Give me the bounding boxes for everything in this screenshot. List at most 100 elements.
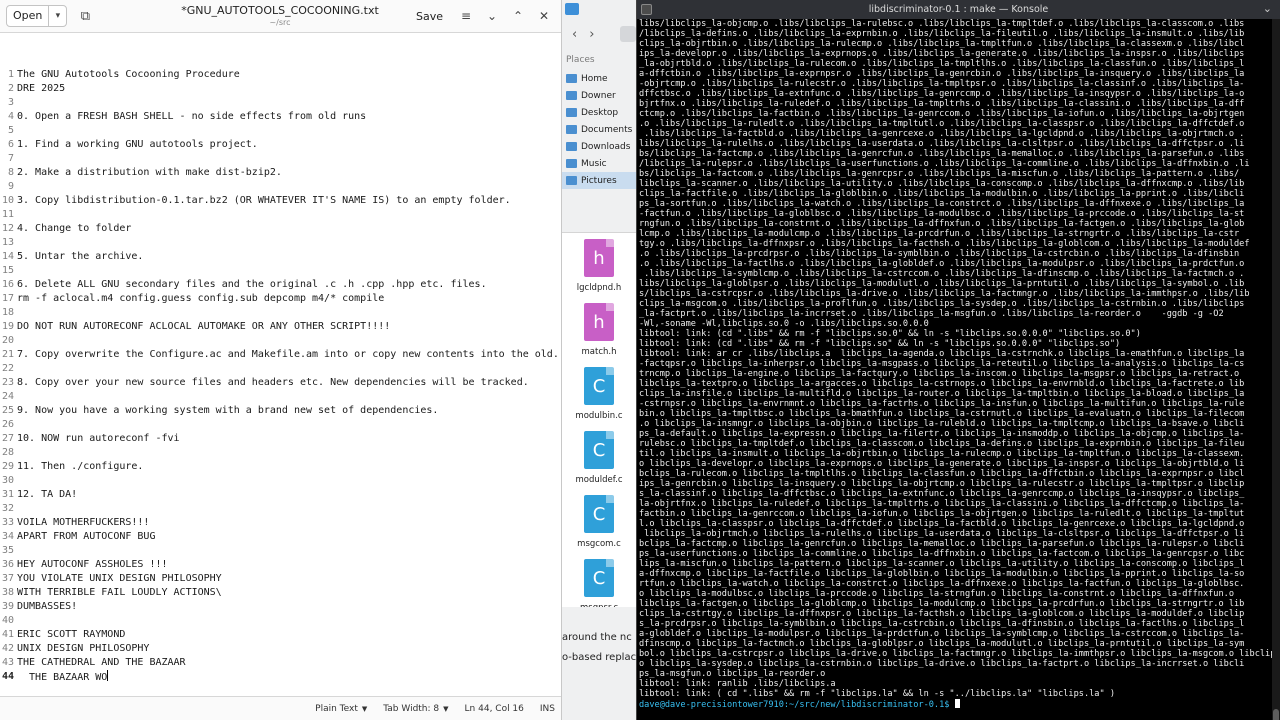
line-number: 27 bbox=[1, 433, 14, 444]
chevron-down-icon[interactable]: ▾ bbox=[48, 6, 66, 26]
insert-mode-indicator[interactable]: INS bbox=[540, 704, 555, 714]
text-line-content: 11. Then ./configure. bbox=[17, 461, 144, 472]
text-line[interactable]: 0. Open a FRESH BASH SHELL - no side eff… bbox=[17, 110, 561, 124]
editor-body[interactable]: 1 2 3 4 5 6 7 8 9 10 11 12 13 14 15 16 17 18 19 20 21 22 23 24 2… bbox=[0, 33, 561, 696]
text-line[interactable]: 10. NOW run autoreconf -fvi bbox=[17, 432, 561, 446]
text-line[interactable] bbox=[17, 236, 561, 250]
file-item[interactable]: Cmsgcom.c bbox=[562, 495, 636, 549]
text-line[interactable]: THE BAZAAR WO bbox=[17, 670, 561, 684]
text-line[interactable] bbox=[17, 96, 561, 110]
text-line[interactable]: 2. Make a distribution with make dist-bz… bbox=[17, 166, 561, 180]
place-item[interactable]: Documents bbox=[562, 121, 636, 138]
terminal-line: clips_la-insfile.o libclips_la-multifld.… bbox=[639, 389, 1245, 399]
text-line[interactable]: DUMBASSES! bbox=[17, 600, 561, 614]
text-line[interactable]: ERIC SCOTT RAYMOND bbox=[17, 628, 561, 642]
konsole-titlebar: libdiscriminator-0.1 : make — Konsole ⌄ bbox=[637, 0, 1280, 19]
place-item[interactable]: Pictures bbox=[562, 172, 636, 189]
terminal-line: -Wl,-soname -Wl,libclips.so.0 -o .libs/l… bbox=[639, 319, 929, 329]
place-item[interactable]: Desktop bbox=[562, 104, 636, 121]
text-line[interactable] bbox=[17, 152, 561, 166]
open-button[interactable]: Open ▾ bbox=[6, 5, 68, 27]
hamburger-menu-icon[interactable]: ≡ bbox=[455, 6, 477, 26]
line-number-gutter: 1 2 3 4 5 6 7 8 9 10 11 12 13 14 15 16 17 18 19 20 21 22 23 24 2… bbox=[0, 33, 14, 696]
text-line[interactable]: DO NOT RUN AUTORECONF ACLOCAL AUTOMAKE O… bbox=[17, 320, 561, 334]
terminal-line: _la-factprt.o .libs/libclips_la-incrrset… bbox=[639, 309, 1224, 319]
text-line[interactable] bbox=[17, 614, 561, 628]
text-line[interactable]: 5. Untar the archive. bbox=[17, 250, 561, 264]
text-line-content: THE BAZAAR WO bbox=[17, 672, 108, 683]
text-line[interactable] bbox=[17, 390, 561, 404]
text-line[interactable]: 6. Delete ALL GNU secondary files and th… bbox=[17, 278, 561, 292]
minimize-icon[interactable]: ⌄ bbox=[481, 6, 503, 26]
file-item[interactable]: Cmoduldef.c bbox=[562, 431, 636, 485]
place-item[interactable]: Home bbox=[562, 70, 636, 87]
place-item[interactable]: Music bbox=[562, 155, 636, 172]
back-icon[interactable]: ‹ bbox=[572, 27, 577, 42]
new-tab-icon[interactable]: ⧉ bbox=[75, 6, 95, 26]
terminal-line: lips_la-miscfun.o libclips_la-pattern.o … bbox=[639, 559, 1245, 569]
text-line[interactable]: UNIX DESIGN PHILOSOPHY bbox=[17, 642, 561, 656]
text-line-content: 2. Make a distribution with make dist-bz… bbox=[17, 167, 282, 178]
file-item[interactable]: Cmodulbin.c bbox=[562, 367, 636, 421]
text-line[interactable]: rm -f aclocal.m4 config.guess config.sub… bbox=[17, 292, 561, 306]
text-line[interactable] bbox=[17, 208, 561, 222]
syntax-selector[interactable]: Plain Text ▼ bbox=[315, 704, 367, 714]
text-line[interactable] bbox=[17, 502, 561, 516]
c-source-file-icon: C bbox=[584, 495, 614, 533]
text-line[interactable] bbox=[17, 544, 561, 558]
scrollbar-thumb[interactable] bbox=[1273, 709, 1279, 720]
text-line[interactable] bbox=[17, 124, 561, 138]
text-line[interactable]: The GNU Autotools Cocooning Procedure bbox=[17, 68, 561, 82]
line-number: 15 bbox=[1, 265, 14, 276]
terminal-line: o libclips_la-developr.o libclips_la-exp… bbox=[639, 459, 1245, 469]
text-line[interactable]: 4. Change to folder bbox=[17, 222, 561, 236]
terminal-line: ps_la-default.o libclips_la-expressn.o l… bbox=[639, 429, 1245, 439]
text-line[interactable]: HEY AUTOCONF ASSHOLES !!! bbox=[17, 558, 561, 572]
text-line[interactable]: DRE 2025 bbox=[17, 82, 561, 96]
text-line[interactable] bbox=[17, 334, 561, 348]
text-line[interactable]: 3. Copy libdistribution-0.1.tar.bz2 (OR … bbox=[17, 194, 561, 208]
close-icon[interactable]: ✕ bbox=[533, 6, 555, 26]
terminal-scrollbar[interactable] bbox=[1272, 19, 1280, 720]
text-line[interactable]: 9. Now you have a working system with a … bbox=[17, 404, 561, 418]
view-mode-icon[interactable] bbox=[620, 26, 636, 42]
text-line[interactable]: YOU VIOLATE UNIX DESIGN PHILOSOPHY bbox=[17, 572, 561, 586]
tab-width-selector[interactable]: Tab Width: 8 ▼ bbox=[383, 704, 448, 714]
terminal-line: til.o libclips_la-insmult.o libclips_la-… bbox=[639, 449, 1245, 459]
terminal-prompt-line[interactable]: dave@dave-precisiontower7910:~/src/new/l… bbox=[639, 699, 1273, 710]
terminal-line: libs/libclips_la-globlpsr.o .libs/libcli… bbox=[639, 279, 1245, 289]
text-line[interactable] bbox=[17, 180, 561, 194]
save-button[interactable]: Save bbox=[408, 7, 451, 26]
text-line[interactable] bbox=[17, 418, 561, 432]
text-line[interactable]: 8. Copy over your new source files and h… bbox=[17, 376, 561, 390]
line-number: 24 bbox=[1, 391, 14, 402]
text-line[interactable]: 7. Copy overwrite the Configure.ac and M… bbox=[17, 348, 561, 362]
file-item[interactable]: h match.h bbox=[562, 303, 636, 357]
file-item[interactable]: h lgcldpnd.h bbox=[562, 239, 636, 293]
text-line[interactable] bbox=[17, 306, 561, 320]
text-line-content: 12. TA DA! bbox=[17, 489, 78, 500]
text-line[interactable] bbox=[17, 362, 561, 376]
text-line[interactable]: THE CATHEDRAL AND THE BAZAAR bbox=[17, 656, 561, 670]
place-item[interactable]: Downloads bbox=[562, 138, 636, 155]
text-line[interactable]: 12. TA DA! bbox=[17, 488, 561, 502]
text-line[interactable] bbox=[17, 474, 561, 488]
text-line[interactable]: 11. Then ./configure. bbox=[17, 460, 561, 474]
text-line[interactable] bbox=[17, 264, 561, 278]
line-number: 32 bbox=[1, 503, 14, 514]
maximize-icon[interactable]: ⌃ bbox=[507, 6, 529, 26]
text-line[interactable]: APART FROM AUTOCONF BUG bbox=[17, 530, 561, 544]
terminal-line: libclips_la-scanner.o .libs/libclips_la-… bbox=[639, 179, 1245, 189]
text-area[interactable]: The GNU Autotools Cocooning Procedure DRE… bbox=[14, 33, 561, 696]
minimize-icon[interactable]: ⌄ bbox=[1263, 2, 1272, 15]
text-line[interactable]: 1. Find a working GNU autotools project. bbox=[17, 138, 561, 152]
terminal-output[interactable]: libs/libclips_la-objcmp.o .libs/libclips… bbox=[637, 19, 1273, 720]
cursor-position[interactable]: Ln 44, Col 16 bbox=[465, 704, 524, 714]
file-item[interactable]: Cmsgpsr.c bbox=[562, 559, 636, 607]
forward-icon[interactable]: › bbox=[589, 27, 594, 42]
text-line[interactable] bbox=[17, 446, 561, 460]
text-line[interactable]: VOILA MOTHERFUCKERS!!! bbox=[17, 516, 561, 530]
konsole-title: libdiscriminator-0.1 : make — Konsole bbox=[868, 4, 1049, 15]
text-line[interactable]: WITH TERRIBLE FAIL LOUDLY ACTIONS\ bbox=[17, 586, 561, 600]
place-item[interactable]: Downer bbox=[562, 87, 636, 104]
